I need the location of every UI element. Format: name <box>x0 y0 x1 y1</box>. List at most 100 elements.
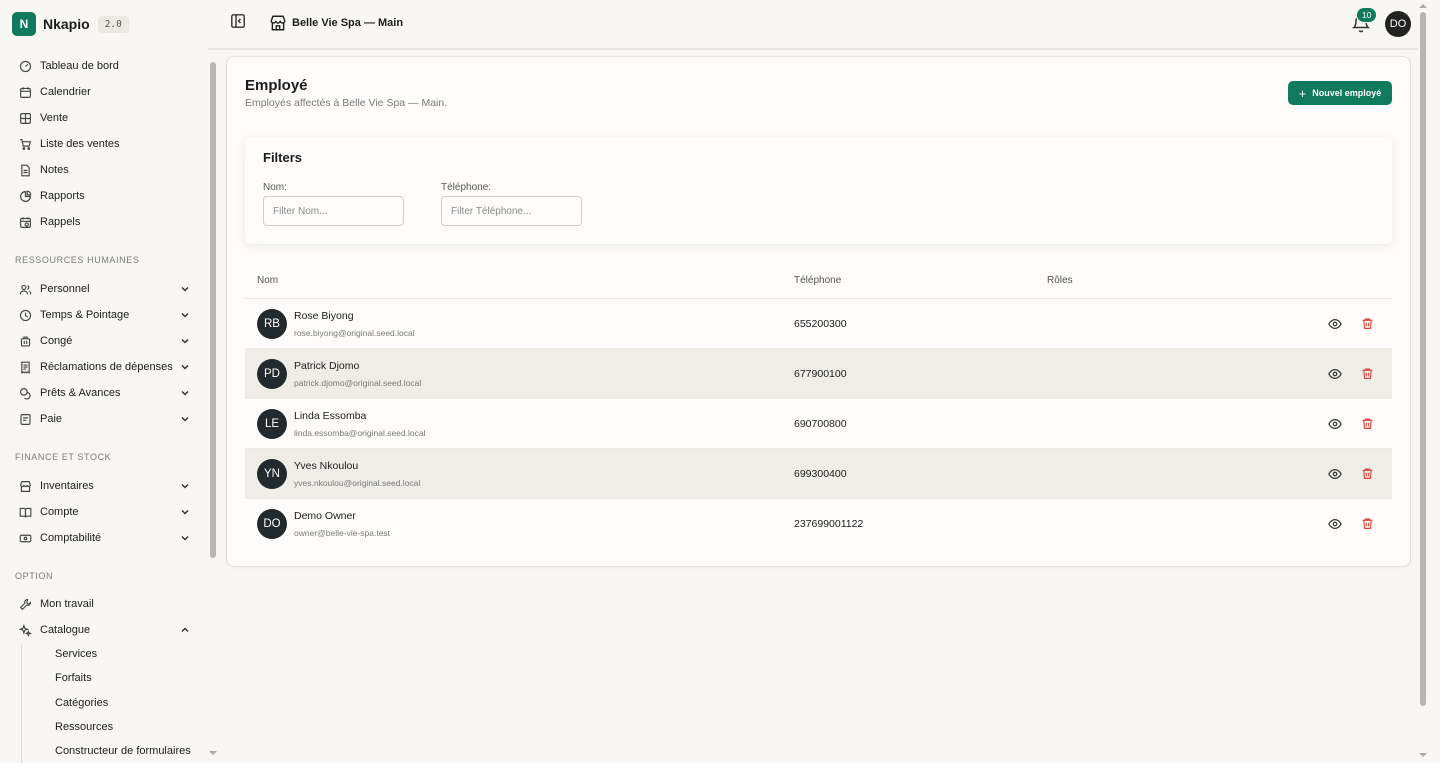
nav-item-account[interactable]: Compte <box>12 500 196 524</box>
nav-item-loans[interactable]: Prêts & Avances <box>12 381 196 405</box>
eye-icon[interactable] <box>1328 467 1342 481</box>
trash-icon[interactable] <box>1361 467 1374 480</box>
nav-item-label: Personnel <box>40 283 90 295</box>
table-row[interactable]: RB Rose Biyong rose.biyong@original.seed… <box>245 298 1392 348</box>
clock-icon <box>18 308 32 322</box>
store-selector[interactable]: Belle Vie Spa — Main <box>269 14 403 32</box>
main-scrollbar[interactable] <box>1420 12 1426 706</box>
name-filter-label: Nom: <box>263 182 287 193</box>
nav-item-calendar[interactable]: Calendrier <box>12 80 196 104</box>
employee-avatar: YN <box>257 459 287 489</box>
new-employee-button[interactable]: + Nouvel employé <box>1288 81 1392 105</box>
nav-item-dashboard[interactable]: Tableau de bord <box>12 54 196 78</box>
employee-email: rose.biyong@original.seed.local <box>294 328 415 338</box>
sub-item-form-builder[interactable]: Constructeur de formulaires <box>55 745 191 757</box>
table-row[interactable]: DO Demo Owner owner@belle-vie-spa.test 2… <box>245 498 1392 548</box>
eye-icon[interactable] <box>1328 317 1342 331</box>
nav-item-label: Tableau de bord <box>40 60 119 72</box>
nav-item-accounting[interactable]: Comptabilité <box>12 526 196 550</box>
main-scroll-up[interactable] <box>1419 4 1427 8</box>
nav-item-notes[interactable]: Notes <box>12 158 196 182</box>
luggage-icon <box>18 334 32 348</box>
employee-name: Yves Nkoulou <box>294 460 359 472</box>
employee-phone: 690700800 <box>794 418 847 430</box>
main-scroll-down[interactable] <box>1419 753 1427 757</box>
banknote-icon <box>18 531 32 545</box>
cart-icon <box>18 137 32 151</box>
employee-name: Demo Owner <box>294 510 356 522</box>
nav-item-payroll[interactable]: Paie <box>12 407 196 431</box>
table-row[interactable]: PD Patrick Djomo patrick.djomo@original.… <box>245 348 1392 398</box>
calendar-icon <box>18 85 32 99</box>
nav-item-time[interactable]: Temps & Pointage <box>12 303 196 327</box>
sidebar-toggle-icon[interactable] <box>230 13 246 29</box>
employee-phone: 237699001122 <box>794 518 864 530</box>
nav-item-sales-list[interactable]: Liste des ventes <box>12 132 196 156</box>
nav-item-label: Congé <box>40 335 73 347</box>
section-title-option: OPTION <box>15 571 54 581</box>
chevron-down-icon <box>181 364 189 370</box>
phone-filter-label: Téléphone: <box>441 182 492 193</box>
nav-item-sale[interactable]: Vente <box>12 106 196 130</box>
trash-icon[interactable] <box>1361 417 1374 430</box>
brand-logo: N <box>12 12 36 36</box>
nav-item-reminders[interactable]: Rappels <box>12 210 196 234</box>
column-header-phone[interactable]: Téléphone <box>794 275 841 286</box>
sidebar: N Nkapio 2.0 Tableau de bord Calendrier … <box>0 0 217 763</box>
column-header-roles[interactable]: Rôles <box>1047 275 1073 286</box>
employee-avatar: DO <box>257 509 287 539</box>
eye-icon[interactable] <box>1328 517 1342 531</box>
notification-badge: 10 <box>1356 7 1378 23</box>
table-row[interactable]: YN Yves Nkoulou yves.nkoulou@original.se… <box>245 448 1392 498</box>
employee-email: owner@belle-vie-spa.test <box>294 528 391 538</box>
sub-item-packages[interactable]: Forfaits <box>55 672 92 684</box>
nav-item-my-work[interactable]: Mon travail <box>12 592 196 616</box>
sidebar-scroll-down[interactable] <box>209 751 217 755</box>
table-row[interactable]: LE Linda Essomba linda.essomba@original.… <box>245 398 1392 448</box>
chevron-down-icon <box>181 416 189 422</box>
submenu-guide-line <box>21 645 22 763</box>
chevron-down-icon <box>181 509 189 515</box>
name-filter-input[interactable] <box>263 196 404 226</box>
nav-item-leave[interactable]: Congé <box>12 329 196 353</box>
section-title-finance: FINANCE ET STOCK <box>15 452 112 462</box>
filters-panel: Filters Nom: Téléphone: <box>245 137 1392 244</box>
eye-icon[interactable] <box>1328 367 1342 381</box>
sub-item-categories[interactable]: Catégories <box>55 697 108 709</box>
grid-icon <box>18 111 32 125</box>
nav-item-catalogue[interactable]: Catalogue <box>12 618 196 642</box>
eye-icon[interactable] <box>1328 417 1342 431</box>
new-employee-label: Nouvel employé <box>1312 88 1382 98</box>
chevron-down-icon <box>181 312 189 318</box>
nav-item-staff[interactable]: Personnel <box>12 277 196 301</box>
filters-title: Filters <box>263 150 303 165</box>
phone-filter-input[interactable] <box>441 196 582 226</box>
nav-item-expenses[interactable]: Réclamations de dépenses <box>12 355 196 379</box>
chevron-up-icon <box>181 627 189 633</box>
coins-icon <box>18 386 32 400</box>
document-icon <box>18 412 32 426</box>
sidebar-scrollbar[interactable] <box>210 62 216 558</box>
nav-item-inventory[interactable]: Inventaires <box>12 474 196 498</box>
employee-email: patrick.djomo@original.seed.local <box>294 378 422 388</box>
plus-icon: + <box>1298 85 1307 101</box>
trash-icon[interactable] <box>1361 367 1374 380</box>
nav-item-label: Rappels <box>40 216 81 228</box>
topbar-divider <box>208 48 1418 50</box>
page-subtitle: Employés affectés à Belle Vie Spa — Main… <box>245 97 448 109</box>
employee-name: Patrick Djomo <box>294 360 360 372</box>
chevron-down-icon <box>181 535 189 541</box>
nav-item-label: Réclamations de dépenses <box>40 361 173 373</box>
column-header-name[interactable]: Nom <box>257 275 278 286</box>
topbar: Belle Vie Spa — Main 10 DO <box>208 0 1440 48</box>
employee-email: yves.nkoulou@original.seed.local <box>294 478 421 488</box>
pie-icon <box>18 189 32 203</box>
sub-item-services[interactable]: Services <box>55 648 97 660</box>
brand[interactable]: N Nkapio 2.0 <box>12 12 129 36</box>
trash-icon[interactable] <box>1361 317 1374 330</box>
trash-icon[interactable] <box>1361 517 1374 530</box>
user-avatar[interactable]: DO <box>1385 11 1411 37</box>
sub-item-resources[interactable]: Ressources <box>55 721 113 733</box>
employee-phone: 655200300 <box>794 318 847 330</box>
nav-item-reports[interactable]: Rapports <box>12 184 196 208</box>
